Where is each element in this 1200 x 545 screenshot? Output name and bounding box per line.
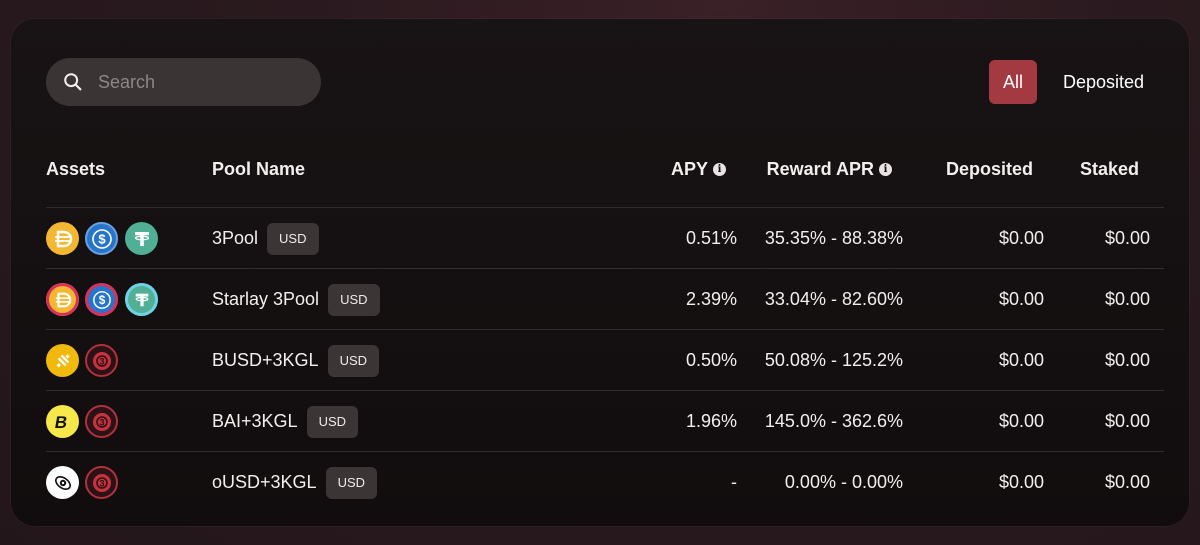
staked-value: $0.00	[1104, 411, 1150, 431]
pool-name-cell: BUSD+3KGL USD	[212, 330, 380, 391]
apy-value: 0.50%	[685, 350, 737, 370]
deposited-value: $0.00	[998, 350, 1044, 370]
svg-text:3: 3	[99, 478, 104, 488]
column-header-pool-name: Pool Name	[212, 159, 305, 180]
table-row[interactable]: B 3 BAI+3KGL USD 1.96% 145.0% - 362.6% $…	[46, 390, 1164, 451]
pool-name[interactable]: BAI+3KGL	[212, 411, 298, 432]
table-row[interactable]: 3 BUSD+3KGL USD 0.50% 50.08% - 125.2% $0…	[46, 329, 1164, 390]
3kgl-icon: 3	[85, 405, 118, 438]
currency-badge: USD	[327, 344, 380, 377]
ousd-icon	[46, 466, 79, 499]
apy-value: 1.96%	[685, 411, 737, 431]
column-deposited-label: Deposited	[945, 159, 1033, 179]
deposited-value: $0.00	[998, 411, 1044, 431]
starlay-dai-icon	[46, 283, 79, 316]
info-icon[interactable]: i	[713, 163, 726, 176]
column-staked-label: Staked	[1079, 159, 1139, 179]
table-row[interactable]: 3 oUSD+3KGL USD - 0.00% - 0.00% $0.00 $0…	[46, 451, 1164, 512]
currency-badge: USD	[325, 466, 378, 499]
svg-text:3: 3	[99, 417, 104, 427]
pool-name[interactable]: Starlay 3Pool	[212, 289, 319, 310]
reward-apr-value: 145.0% - 362.6%	[764, 411, 903, 431]
currency-badge: USD	[306, 405, 359, 438]
pool-name[interactable]: 3Pool	[212, 228, 258, 249]
column-header-deposited: Deposited	[946, 159, 1033, 180]
column-apy-label: APY	[670, 159, 708, 179]
usdt-icon	[125, 222, 158, 255]
busd-icon	[46, 344, 79, 377]
deposited-value: $0.00	[998, 289, 1044, 309]
pool-name[interactable]: BUSD+3KGL	[212, 350, 319, 371]
info-icon[interactable]: i	[879, 163, 892, 176]
column-assets-label: Assets	[46, 159, 106, 179]
search-input[interactable]	[98, 58, 308, 106]
pool-name-cell: BAI+3KGL USD	[212, 391, 359, 452]
search-bar[interactable]	[46, 58, 321, 106]
table-row[interactable]: $ 3Pool USD 0.51% 35.35% - 88.38% $0.00 …	[46, 207, 1164, 268]
staked-value: $0.00	[1104, 289, 1150, 309]
bai-icon: B	[46, 405, 79, 438]
pool-name[interactable]: oUSD+3KGL	[212, 472, 317, 493]
pool-name-cell: 3Pool USD	[212, 208, 319, 269]
currency-badge: USD	[328, 283, 380, 316]
reward-apr-value: 35.35% - 88.38%	[764, 228, 903, 248]
svg-text:B: B	[53, 412, 69, 432]
deposited-value: $0.00	[998, 472, 1044, 492]
3kgl-icon: 3	[85, 344, 118, 377]
starlay-usdt-icon	[125, 283, 158, 316]
3kgl-icon: 3	[85, 466, 118, 499]
search-icon	[64, 73, 82, 91]
column-header-assets: Assets	[46, 159, 105, 180]
staked-value: $0.00	[1104, 472, 1150, 492]
apy-value: 0.51%	[685, 228, 737, 248]
pools-panel: All Deposited Assets Pool Name APY i Rewa…	[11, 19, 1189, 526]
usdc-icon: $	[85, 222, 118, 255]
reward-apr-value: 0.00% - 0.00%	[784, 472, 903, 492]
pool-name-cell: oUSD+3KGL USD	[212, 452, 378, 513]
starlay-usdc-icon: $	[85, 283, 118, 316]
deposited-value: $0.00	[998, 228, 1044, 248]
reward-apr-value: 50.08% - 125.2%	[764, 350, 903, 370]
column-pool-name-label: Pool Name	[212, 159, 306, 179]
column-header-staked: Staked	[1080, 159, 1139, 180]
apy-value: -	[731, 472, 737, 492]
pool-name-cell: Starlay 3Pool USD	[212, 269, 380, 330]
apy-value: 2.39%	[685, 289, 737, 309]
column-header-apy: APY i	[671, 159, 726, 180]
filter-all-button[interactable]: All	[989, 60, 1037, 104]
svg-text:3: 3	[99, 356, 104, 366]
dai-icon	[46, 222, 79, 255]
table-row[interactable]: $ Starlay 3Pool USD 2.39% 33.04% - 82.60…	[46, 268, 1164, 329]
svg-text:$: $	[98, 293, 105, 307]
svg-text:$: $	[98, 231, 106, 246]
staked-value: $0.00	[1104, 350, 1150, 370]
column-reward-apr-label: Reward APR	[766, 159, 874, 179]
staked-value: $0.00	[1104, 228, 1150, 248]
reward-apr-value: 33.04% - 82.60%	[764, 289, 903, 309]
column-header-reward-apr: Reward APR i	[767, 159, 892, 180]
currency-badge: USD	[267, 222, 319, 255]
filter-deposited-button[interactable]: Deposited	[1051, 60, 1156, 104]
